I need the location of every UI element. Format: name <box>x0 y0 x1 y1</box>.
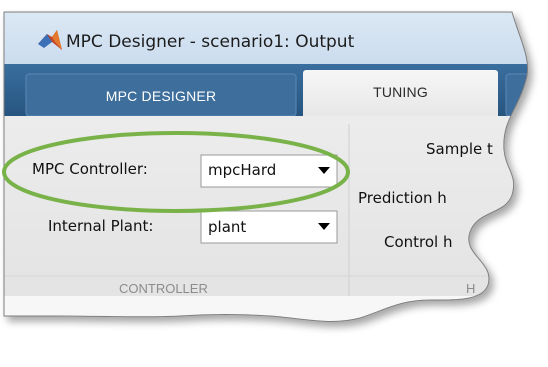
control-horizon-label: Control h <box>384 233 453 251</box>
tab-mpc-designer-label[interactable]: MPC DESIGNER <box>26 78 296 114</box>
mpc-controller-value[interactable]: mpcHard <box>208 161 276 179</box>
controller-section-label: CONTROLLER <box>119 281 208 296</box>
prediction-horizon-label: Prediction h <box>358 189 447 207</box>
sample-time-label: Sample t <box>426 140 493 158</box>
tab-next[interactable] <box>505 73 548 117</box>
horizon-section-label: H <box>466 281 476 296</box>
screenshot-canvas <box>2 11 548 322</box>
tab-tuning-label[interactable]: TUNING <box>303 74 498 110</box>
internal-plant-label: Internal Plant: <box>48 217 154 235</box>
internal-plant-value[interactable]: plant <box>208 218 246 236</box>
chevron-down-icon[interactable] <box>318 167 330 174</box>
mpc-controller-label: MPC Controller: <box>32 160 148 178</box>
chevron-down-icon[interactable] <box>318 223 330 230</box>
window-title: MPC Designer - scenario1: Output <box>66 32 355 52</box>
